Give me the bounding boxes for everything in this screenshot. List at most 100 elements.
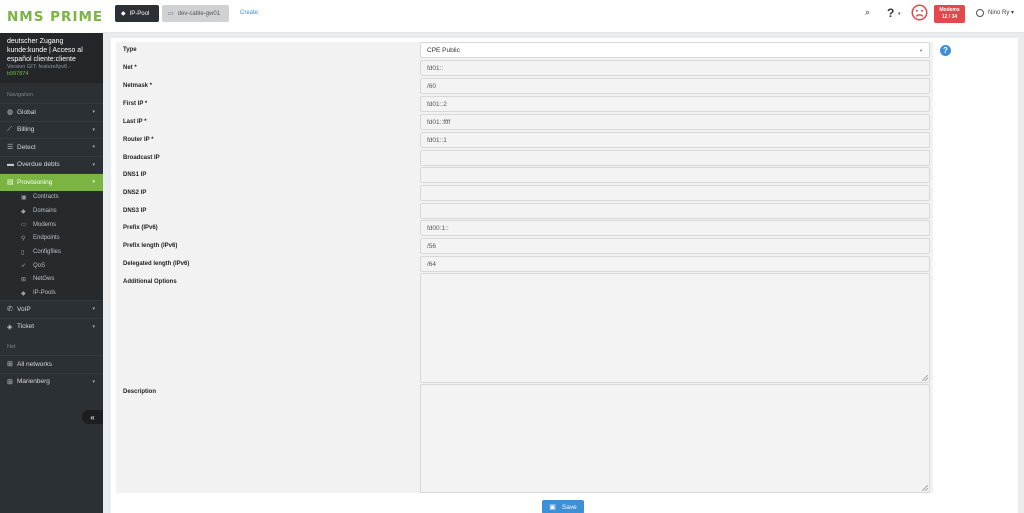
- additional-options-textarea[interactable]: [420, 273, 930, 383]
- sidebar-item-voip[interactable]: ✆ VoIP ▾: [0, 300, 103, 318]
- sidebar-subitem-qos[interactable]: ➶ QoS: [0, 258, 103, 273]
- breadcrumb-netgw[interactable]: ▭ dev-cable-gw01: [162, 5, 229, 22]
- ticket-icon: ◈: [7, 323, 13, 331]
- sidebar-item-detect[interactable]: ☰ Detect ▾: [0, 138, 103, 156]
- sidebar-collapse-button[interactable]: «: [82, 410, 103, 424]
- chart-icon: ⟋: [7, 125, 12, 133]
- first-ip-input[interactable]: fd01::2: [420, 96, 930, 112]
- sidebar-subitem-netgws[interactable]: ⊞ NetGws: [0, 272, 103, 287]
- user-info-line: español cliente:cliente: [7, 56, 76, 63]
- label-description: Description: [123, 389, 157, 395]
- prefix-length-ipv6-input[interactable]: /56: [420, 238, 930, 254]
- router-ip-input[interactable]: fd01::1: [420, 132, 930, 148]
- help-menu[interactable]: ?: [887, 6, 894, 20]
- sidebar-item-ticket[interactable]: ◈ Ticket ▾: [0, 317, 103, 336]
- hdd-icon: ▭: [21, 222, 27, 229]
- map-marker-icon: ⚲: [21, 235, 26, 242]
- money-icon: ▬: [7, 161, 14, 169]
- dns3-ip-input[interactable]: [420, 203, 930, 219]
- sidebar-subitem-configfiles[interactable]: ▯ Configfiles: [0, 245, 103, 259]
- sidebar-subitem-modems[interactable]: ▭ Modems: [0, 217, 103, 232]
- label-prefix-length-ipv6: Prefix length (IPv6): [123, 243, 178, 249]
- chevron-down-icon: ▼: [919, 47, 923, 53]
- user-avatar-icon[interactable]: [976, 9, 984, 17]
- file-code-icon: ▯: [21, 249, 25, 256]
- label-type: Type: [123, 47, 137, 53]
- server-icon: ▤: [7, 179, 14, 187]
- chevron-down-icon: ▾: [92, 126, 95, 133]
- broadcast-ip-input[interactable]: [420, 150, 930, 166]
- logo[interactable]: NMS PRIME: [0, 0, 103, 33]
- sidebar-subitem-ip-pools[interactable]: ◆ IP-Pools: [0, 286, 103, 300]
- sidebar-subitem-domains[interactable]: ◆ Domains: [0, 204, 103, 218]
- address-book-icon: ▣: [21, 194, 27, 201]
- user-info-line: kunde:kunde | Acceso al: [7, 47, 83, 54]
- globe-icon: ◍: [7, 109, 14, 117]
- floppy-disk-icon: ▣: [549, 504, 556, 511]
- net-input[interactable]: fd01::: [420, 60, 930, 76]
- label-last-ip: Last IP *: [123, 119, 147, 125]
- sidebar-subitem-contracts[interactable]: ▣ Contracts: [0, 190, 103, 205]
- label-first-ip: First IP *: [123, 101, 148, 107]
- sidebar-item-all-networks[interactable]: ⊞ All networks: [0, 355, 103, 373]
- label-netmask: Netmask *: [123, 83, 153, 89]
- type-select[interactable]: CPE Public ▼: [420, 42, 930, 58]
- chevron-down-icon: ▾: [898, 11, 901, 17]
- version-info: Version GIT: feature/ipv6 -: [7, 64, 71, 70]
- chevron-down-icon: ▾: [92, 378, 95, 385]
- save-button[interactable]: ▣ Save: [542, 500, 584, 513]
- netmask-input[interactable]: /60: [420, 78, 930, 94]
- label-dns1-ip: DNS1 IP: [123, 172, 147, 178]
- label-dns2-ip: DNS2 IP: [123, 190, 147, 196]
- label-broadcast-ip: Broadcast IP: [123, 155, 160, 161]
- search-icon[interactable]: ⌕: [865, 7, 870, 18]
- chevron-down-icon: ▾: [92, 109, 95, 116]
- chevron-down-icon: ▾: [92, 306, 95, 313]
- sad-face-icon[interactable]: [911, 4, 928, 21]
- sidebar-item-provisioning[interactable]: ▤ Provisioning ▾: [0, 173, 103, 191]
- resize-handle-icon[interactable]: [922, 375, 928, 381]
- sidebar: NMS PRIME deutscher Zugang kunde:kunde |…: [0, 0, 103, 513]
- prefix-ipv6-input[interactable]: fd00:1::: [420, 220, 930, 236]
- phone-icon: ✆: [7, 306, 13, 314]
- sitemap-icon: ⊞: [7, 361, 13, 369]
- sitemap-icon: ⊞: [7, 378, 13, 386]
- chevron-down-icon: ▾: [92, 144, 95, 151]
- dns1-ip-input[interactable]: [420, 167, 930, 183]
- sidebar-item-marienberg[interactable]: ⊞ Marienberg ▾: [0, 372, 103, 391]
- breadcrumb-ip-pool[interactable]: ◆ IP-Pool: [115, 5, 159, 22]
- label-dns3-ip: DNS3 IP: [123, 208, 147, 214]
- label-delegated-length-ipv6: Delegated length (IPv6): [123, 261, 190, 267]
- sitemap-icon: ⊞: [21, 276, 27, 283]
- label-net: Net *: [123, 65, 137, 71]
- label-prefix-ipv6: Prefix (IPv6): [123, 225, 158, 231]
- section-net: Net: [7, 344, 16, 350]
- rocket-icon: ➶: [21, 263, 27, 270]
- user-menu[interactable]: Nino Ry ▾: [988, 9, 1014, 16]
- tag-icon: ◆: [21, 208, 26, 215]
- logo-text: NMS PRIME: [7, 8, 104, 25]
- chevron-down-icon: ▾: [92, 323, 95, 330]
- create-link[interactable]: Create: [240, 10, 258, 16]
- tags-icon: ◆: [121, 11, 126, 17]
- sidebar-item-overdue-debts[interactable]: ▬ Overdue debts ▾: [0, 155, 103, 174]
- description-textarea[interactable]: [420, 384, 930, 493]
- section-navigation: Navigation: [7, 92, 33, 98]
- help-icon[interactable]: ?: [940, 45, 951, 56]
- resize-handle-icon[interactable]: [922, 485, 928, 491]
- delegated-length-ipv6-input[interactable]: /64: [420, 256, 930, 272]
- tags-icon: ◆: [21, 290, 26, 297]
- dns2-ip-input[interactable]: [420, 185, 930, 201]
- sidebar-item-billing[interactable]: ⟋ Billing ▾: [0, 120, 103, 139]
- label-additional-options: Additional Options: [123, 279, 177, 285]
- chevron-down-icon: ▾: [92, 179, 95, 186]
- sidebar-item-global[interactable]: ◍ Global ▾: [0, 103, 103, 121]
- user-info: deutscher Zugang kunde:kunde | Acceso al…: [0, 33, 103, 83]
- version-hash: b997874: [7, 71, 29, 77]
- modems-status-badge[interactable]: Modems 12 / 34: [934, 5, 965, 23]
- topbar: ◆ IP-Pool ▭ dev-cable-gw01 Create ⌕ ? ▾ …: [103, 0, 1024, 33]
- double-chevron-left-icon: «: [90, 412, 95, 422]
- user-info-line: deutscher Zugang: [7, 38, 64, 45]
- sidebar-subitem-endpoints[interactable]: ⚲ Endpoints: [0, 231, 103, 246]
- last-ip-input[interactable]: fd01::ffff: [420, 114, 930, 130]
